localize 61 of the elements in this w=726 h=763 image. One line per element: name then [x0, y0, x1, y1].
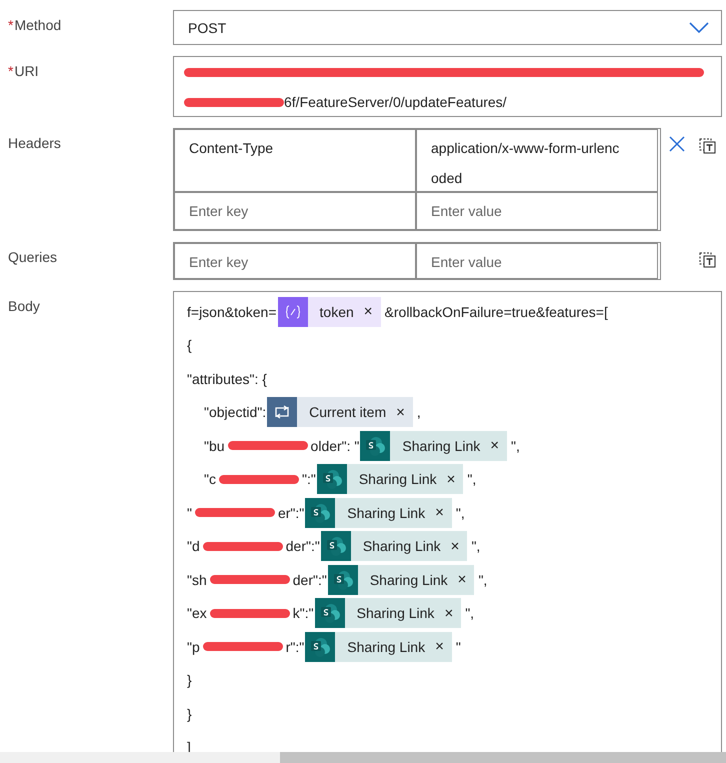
code-text: der":" — [292, 572, 327, 588]
field-label: Body — [8, 298, 40, 314]
key-input[interactable]: Enter key — [174, 243, 416, 279]
code-text: " — [187, 504, 192, 521]
code-text: "objectid": — [203, 404, 266, 420]
uri-field[interactable]: 6f/FeatureServer/0/updateFeatures/ — [173, 56, 722, 117]
code-text: r":" — [286, 638, 304, 655]
field-label: Headers — [8, 135, 61, 151]
dynamic-content-token[interactable]: token × — [278, 296, 381, 327]
header-key-field[interactable]: Content-Type — [174, 129, 416, 192]
dynamic-content-token[interactable]: Sharing Link × — [314, 598, 462, 628]
code-text: er":" — [278, 504, 304, 521]
dynamic-content-token[interactable]: Sharing Link × — [320, 531, 468, 562]
text-mode-icon[interactable] — [699, 136, 717, 154]
loop-icon — [273, 405, 292, 420]
code-text: ", — [511, 438, 520, 454]
dynamic-content-token[interactable]: Sharing Link × — [305, 498, 452, 528]
code-text: } — [187, 672, 192, 688]
dynamic-content-token[interactable]: Sharing Link × — [305, 632, 452, 662]
key-input[interactable]: Enter key — [174, 192, 416, 230]
code-text: k":" — [292, 605, 314, 622]
code-text: "attributes": { — [187, 370, 267, 387]
field-label: Method — [14, 17, 62, 33]
code-text: ", — [471, 538, 480, 554]
code-text: &rollbackOnFailure=true&features=[ — [384, 304, 608, 320]
code-text: } — [187, 706, 192, 722]
text-mode-icon[interactable] — [699, 250, 717, 268]
dynamic-content-token[interactable]: Sharing Link × — [328, 564, 474, 595]
code-text: "c — [203, 471, 216, 488]
chevron-down-icon — [689, 22, 709, 34]
method-dropdown[interactable]: POST — [173, 10, 722, 45]
code-text: f=json&token= — [187, 304, 277, 320]
code-text: "p — [187, 638, 200, 655]
code-text: ":" — [302, 471, 316, 488]
code-text: ", — [478, 572, 488, 588]
code-text: "ex — [187, 605, 207, 622]
required-asterisk: * — [8, 17, 14, 33]
code-text: ", — [465, 605, 474, 622]
close-icon[interactable] — [669, 136, 685, 152]
scrollbar-thumb[interactable] — [280, 752, 726, 763]
field-label: Queries — [8, 249, 58, 265]
code-text: older": " — [310, 438, 360, 454]
code-text: "sh — [187, 572, 207, 588]
field-label: URI — [14, 63, 39, 79]
code-text: ", — [467, 471, 476, 488]
code-text: "bu — [203, 438, 225, 454]
code-text: "d — [187, 538, 200, 554]
code-text: , — [416, 404, 421, 420]
dynamic-content-token[interactable]: Sharing Link × — [316, 464, 464, 494]
code-text: { — [187, 337, 192, 354]
header-value-field[interactable]: application/x-www-form-urlencoded — [416, 129, 658, 192]
required-asterisk: * — [8, 63, 14, 79]
dynamic-content-token[interactable]: Current item × — [267, 397, 413, 428]
value-input[interactable]: Enter value — [416, 243, 658, 279]
horizontal-scrollbar[interactable] — [0, 752, 726, 763]
variable-icon — [284, 304, 301, 319]
code-text: ", — [456, 504, 465, 521]
code-text: " — [456, 638, 461, 655]
code-text: der":" — [286, 538, 320, 554]
value-input[interactable]: Enter value — [416, 192, 658, 230]
dynamic-content-token[interactable]: Sharing Link × — [360, 430, 507, 461]
